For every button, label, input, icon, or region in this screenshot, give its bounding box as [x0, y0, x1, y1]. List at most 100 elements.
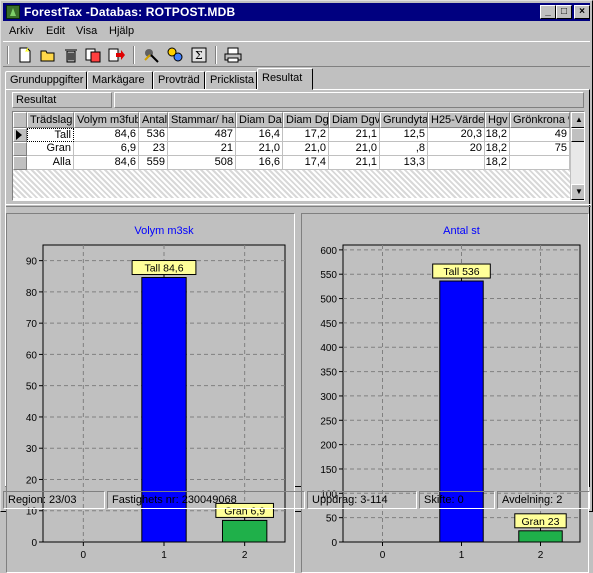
tools-icon[interactable]	[141, 45, 161, 65]
table-cell[interactable]: 75	[510, 142, 570, 156]
bar	[518, 530, 563, 543]
tab-grunduppgifter[interactable]: Grunduppgifter	[5, 71, 87, 90]
table-cell[interactable]: 12,5	[380, 128, 428, 142]
data-label: Tall 536	[443, 266, 479, 278]
table-cell[interactable]: 21,1	[329, 128, 380, 142]
table-cell[interactable]: 21,0	[236, 142, 283, 156]
table-cell[interactable]	[428, 156, 485, 170]
table-cell[interactable]: Alla	[27, 156, 74, 170]
pane-splitter[interactable]	[6, 204, 591, 207]
y-tick-label: 0	[31, 538, 37, 549]
tab-resultat[interactable]: Resultat	[257, 68, 313, 90]
row-selector[interactable]	[13, 156, 27, 170]
export-record-icon[interactable]	[107, 45, 127, 65]
window-title: ForestTax -Databas: ROTPOST.MDB	[24, 5, 236, 19]
status-avdelning: Avdelning: 2	[497, 491, 590, 509]
result-table[interactable]: Trädslag Volym m3fub Antal Stammar/ ha D…	[12, 111, 585, 201]
y-tick-label: 90	[26, 257, 38, 268]
tab-provtrad[interactable]: Provträd	[153, 71, 205, 90]
new-file-icon[interactable]	[15, 45, 35, 65]
table-horizontal-scrollbar[interactable]	[13, 170, 570, 198]
title-bar[interactable]: ForestTax -Databas: ROTPOST.MDB _ □ ×	[3, 3, 590, 21]
table-cell[interactable]: 23	[139, 142, 168, 156]
column-header[interactable]: H25-Värde	[428, 112, 485, 128]
table-cell[interactable]: 21,0	[283, 142, 329, 156]
table-cell[interactable]: 21,1	[329, 156, 380, 170]
minimize-button[interactable]: _	[540, 5, 556, 19]
y-tick-label: 200	[320, 441, 337, 452]
row-selector[interactable]	[13, 142, 27, 156]
column-header[interactable]: Diam Dgv	[329, 112, 380, 128]
table-cell[interactable]: 18,2	[485, 128, 510, 142]
column-header[interactable]: Diam Da	[236, 112, 283, 128]
table-cell[interactable]: 84,6	[74, 156, 139, 170]
y-tick-label: 400	[320, 343, 337, 354]
bar	[221, 519, 268, 543]
close-button[interactable]: ×	[574, 5, 590, 19]
table-cell[interactable]: 16,6	[236, 156, 283, 170]
table-cell[interactable]: 559	[139, 156, 168, 170]
tab-markagare[interactable]: Markägare	[87, 71, 153, 90]
chart-title: Antal st	[443, 225, 480, 237]
result-header-filler	[114, 92, 584, 108]
tree-app-icon	[6, 5, 20, 19]
tab-pricklista[interactable]: Pricklista	[205, 71, 257, 90]
column-header[interactable]: Diam Dg	[283, 112, 329, 128]
y-tick-label: 30	[26, 444, 38, 455]
table-cell[interactable]: 49	[510, 128, 570, 142]
open-folder-icon[interactable]	[38, 45, 58, 65]
table-vertical-scrollbar[interactable]: ▲ ▼	[570, 112, 584, 200]
table-cell[interactable]: 20,3	[428, 128, 485, 142]
print-icon[interactable]	[223, 45, 243, 65]
copy-record-icon[interactable]	[84, 45, 104, 65]
column-header[interactable]: Antal	[139, 112, 168, 128]
table-cell[interactable]: 13,3	[380, 156, 428, 170]
count-chart-panel: Antal st 0 50 100 150 200 250 300 350 400 450 500 55…	[301, 213, 589, 573]
table-cell[interactable]: 20	[428, 142, 485, 156]
maximize-button[interactable]: □	[556, 5, 572, 19]
table-cell[interactable]: 536	[139, 128, 168, 142]
column-header[interactable]: Grönkrona %	[510, 112, 570, 128]
table-cell[interactable]: 17,4	[283, 156, 329, 170]
column-header[interactable]: Stammar/ ha	[168, 112, 236, 128]
y-tick-label: 500	[320, 295, 337, 306]
table-cell[interactable]: 18,2	[485, 142, 510, 156]
x-tick-label: 0	[81, 550, 87, 561]
table-cell[interactable]: 18,2	[485, 156, 510, 170]
status-bar: Region: 23/03 Fastighets nr: 230049068 U…	[3, 490, 590, 510]
chart-title: Volym m3sk	[134, 225, 194, 237]
scroll-thumb[interactable]	[571, 128, 584, 142]
scroll-up-arrow-icon[interactable]: ▲	[571, 112, 584, 128]
sum-icon[interactable]: Σ	[189, 45, 209, 65]
y-tick-label: 70	[26, 319, 38, 330]
delete-trash-icon[interactable]	[61, 45, 81, 65]
menu-visa[interactable]: Visa	[76, 25, 97, 37]
column-header[interactable]: Grundyta	[380, 112, 428, 128]
table-cell[interactable]: ,8	[380, 142, 428, 156]
table-cell[interactable]: Tall	[27, 128, 74, 142]
menu-edit[interactable]: Edit	[46, 25, 65, 37]
row-selector[interactable]	[13, 128, 27, 142]
table-cell[interactable]: Gran	[27, 142, 74, 156]
table-cell[interactable]: 508	[168, 156, 236, 170]
y-tick-label: 300	[320, 392, 337, 403]
column-header[interactable]: Trädslag	[27, 112, 74, 128]
resultat-page: Resultat Trädslag Volym m3fub Antal Stam…	[5, 89, 591, 573]
column-header[interactable]: Volym m3fub	[74, 112, 139, 128]
table-cell[interactable]: 6,9	[74, 142, 139, 156]
table-cell[interactable]: 487	[168, 128, 236, 142]
menu-hjalp[interactable]: Hjälp	[109, 25, 134, 37]
table-cell[interactable]	[510, 156, 570, 170]
calculate-icon[interactable]	[165, 45, 185, 65]
table-cell[interactable]: 17,2	[283, 128, 329, 142]
menu-arkiv[interactable]: Arkiv	[9, 25, 33, 37]
table-cell[interactable]: 21	[168, 142, 236, 156]
scroll-down-arrow-icon[interactable]: ▼	[571, 184, 584, 200]
table-cell[interactable]: 84,6	[74, 128, 139, 142]
svg-text:Σ: Σ	[195, 49, 203, 62]
column-header[interactable]: Hgv	[485, 112, 510, 128]
table-cell[interactable]: 16,4	[236, 128, 283, 142]
result-section-header: Resultat	[12, 92, 112, 108]
toolbar-grip	[7, 46, 9, 64]
table-cell[interactable]: 21,0	[329, 142, 380, 156]
